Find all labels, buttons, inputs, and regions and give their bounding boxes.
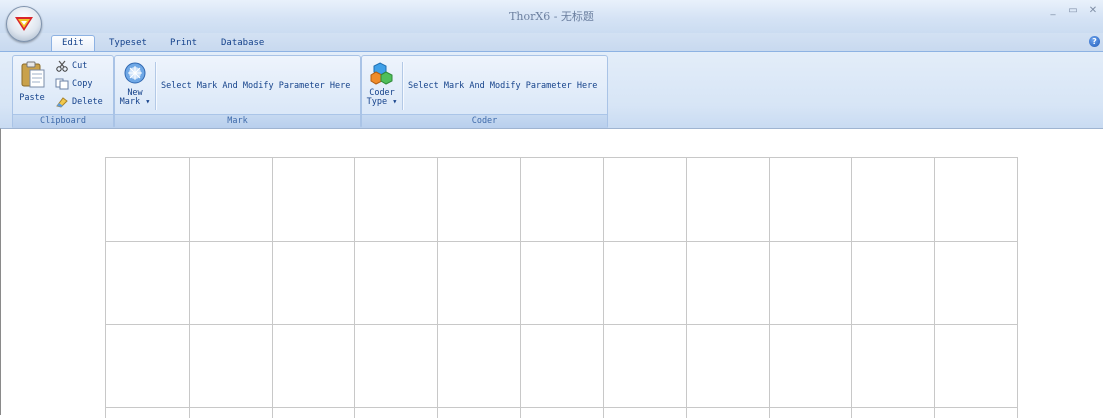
coder-type-label: Coder Type ▾ <box>364 89 400 107</box>
scissors-icon <box>56 60 68 72</box>
coder-group: Coder Type ▾ Select Mark And Modify Para… <box>361 55 608 129</box>
coder-type-label-text: Type <box>366 97 388 107</box>
paste-label: Paste <box>19 93 45 103</box>
eraser-icon <box>56 97 68 108</box>
title-bar: ThorX6 - 无标题 _ ▭ ✕ <box>0 0 1103 42</box>
new-mark-button[interactable]: New Mark ▾ <box>117 58 153 112</box>
design-canvas-area[interactable] <box>0 128 1103 418</box>
paste-icon <box>21 61 45 88</box>
mark-divider <box>155 62 156 110</box>
cut-button[interactable]: Cut <box>55 60 87 72</box>
app-logo-icon <box>15 17 33 31</box>
tab-database[interactable]: Database <box>221 36 264 51</box>
close-button[interactable]: ✕ <box>1083 5 1103 16</box>
copy-icon <box>55 78 69 90</box>
paste-button[interactable]: Paste <box>15 58 49 112</box>
mark-hint-text: Select Mark And Modify Parameter Here <box>161 81 351 91</box>
delete-button[interactable]: Delete <box>55 96 103 108</box>
ribbon-tab-strip: Edit Typeset Print Database ? <box>0 33 1103 52</box>
ribbon: Paste Cut Copy Delete Clipboard New Mark… <box>0 51 1103 129</box>
coder-divider <box>402 62 403 110</box>
tab-typeset[interactable]: Typeset <box>109 36 147 51</box>
mark-group-label: Mark <box>115 114 360 128</box>
copy-button[interactable]: Copy <box>55 78 92 90</box>
mark-group: New Mark ▾ Select Mark And Modify Parame… <box>114 55 361 129</box>
coder-type-button[interactable]: Coder Type ▾ <box>364 58 400 112</box>
tab-print[interactable]: Print <box>170 36 197 51</box>
help-icon[interactable]: ? <box>1089 36 1100 47</box>
label-grid[interactable] <box>105 157 1018 418</box>
clipboard-group-label: Clipboard <box>13 114 113 128</box>
clipboard-group: Paste Cut Copy Delete Clipboard <box>12 55 114 129</box>
chevron-down-icon: ▾ <box>387 97 398 107</box>
copy-label: Copy <box>72 79 93 89</box>
coder-group-label: Coder <box>362 114 607 128</box>
new-mark-label-text: Mark <box>119 97 141 107</box>
cut-label: Cut <box>72 61 88 71</box>
window-controls: _ ▭ ✕ <box>1043 5 1103 16</box>
delete-label: Delete <box>72 97 103 107</box>
maximize-button[interactable]: ▭ <box>1063 5 1083 16</box>
coder-type-icon <box>370 62 393 85</box>
chevron-down-icon: ▾ <box>140 97 151 107</box>
new-mark-label-line2: Mark ▾ <box>117 98 153 107</box>
coder-type-label-line2: Type ▾ <box>364 98 400 107</box>
new-mark-label: New Mark ▾ <box>117 89 153 107</box>
minimize-button[interactable]: _ <box>1043 5 1063 16</box>
coder-hint-text: Select Mark And Modify Parameter Here <box>408 81 598 91</box>
window-title: ThorX6 - 无标题 <box>509 10 594 23</box>
application-menu-button[interactable] <box>6 6 42 42</box>
tab-edit[interactable]: Edit <box>51 35 95 52</box>
new-mark-icon <box>124 62 146 84</box>
